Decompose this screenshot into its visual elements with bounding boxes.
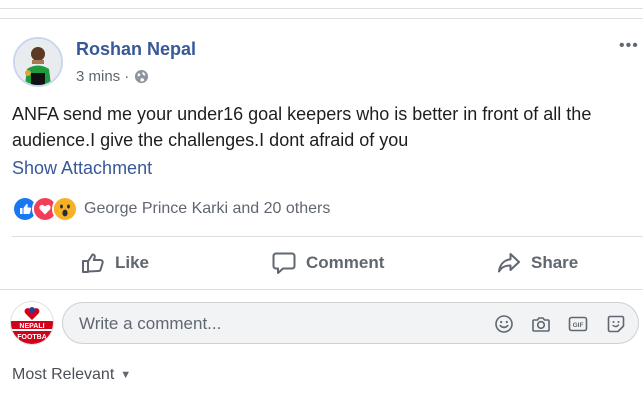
nepali-football-logo: NEPALI FOOTBA [11,302,53,344]
post-card-border [0,18,643,19]
author-avatar[interactable] [13,37,63,87]
like-label: Like [115,253,150,272]
like-button[interactable]: Like [80,249,149,277]
logo-text-bottom: FOOTBA [17,334,47,341]
author-photo [15,39,61,85]
comment-button[interactable]: Comment [271,249,384,277]
post-meta: 3 mins · [76,67,149,85]
actions-top-divider [12,236,643,237]
logo-text-top: NEPALI [19,323,44,330]
post-timestamp[interactable]: 3 mins [76,68,120,85]
post-body: ANFA send me your under16 goal keepers w… [12,104,592,150]
reactions-summary[interactable]: George Prince Karki and 20 others [84,200,330,218]
wow-reaction-icon [52,196,78,222]
commenter-avatar[interactable]: NEPALI FOOTBA [10,301,54,345]
more-options-icon[interactable]: ••• [619,38,643,54]
feed-divider [0,8,643,9]
actions-bottom-divider [0,289,643,290]
meta-separator: · [124,67,130,85]
gif-icon[interactable]: GIF [568,314,588,334]
share-button[interactable]: Share [496,249,578,277]
comment-box[interactable]: GIF [62,302,639,344]
gif-label: GIF [573,322,584,329]
thumbs-up-icon [82,253,104,273]
chevron-down-icon: ▼ [120,369,132,381]
share-arrow-icon [498,253,520,273]
show-attachment-link[interactable]: Show Attachment [12,158,152,179]
emoji-icon[interactable] [494,314,514,334]
sort-label: Most Relevant [12,366,115,383]
globe-icon[interactable] [134,69,149,84]
camera-icon[interactable] [531,314,551,334]
sticker-icon[interactable] [606,314,626,334]
share-label: Share [531,253,579,272]
reactions-bar[interactable]: George Prince Karki and 20 others [12,196,330,222]
comment-sort-dropdown[interactable]: Most Relevant ▼ [12,366,131,384]
comment-input[interactable] [77,312,481,336]
author-name[interactable]: Roshan Nepal [76,39,196,60]
speech-bubble-icon [272,252,296,274]
comment-label: Comment [306,253,385,272]
